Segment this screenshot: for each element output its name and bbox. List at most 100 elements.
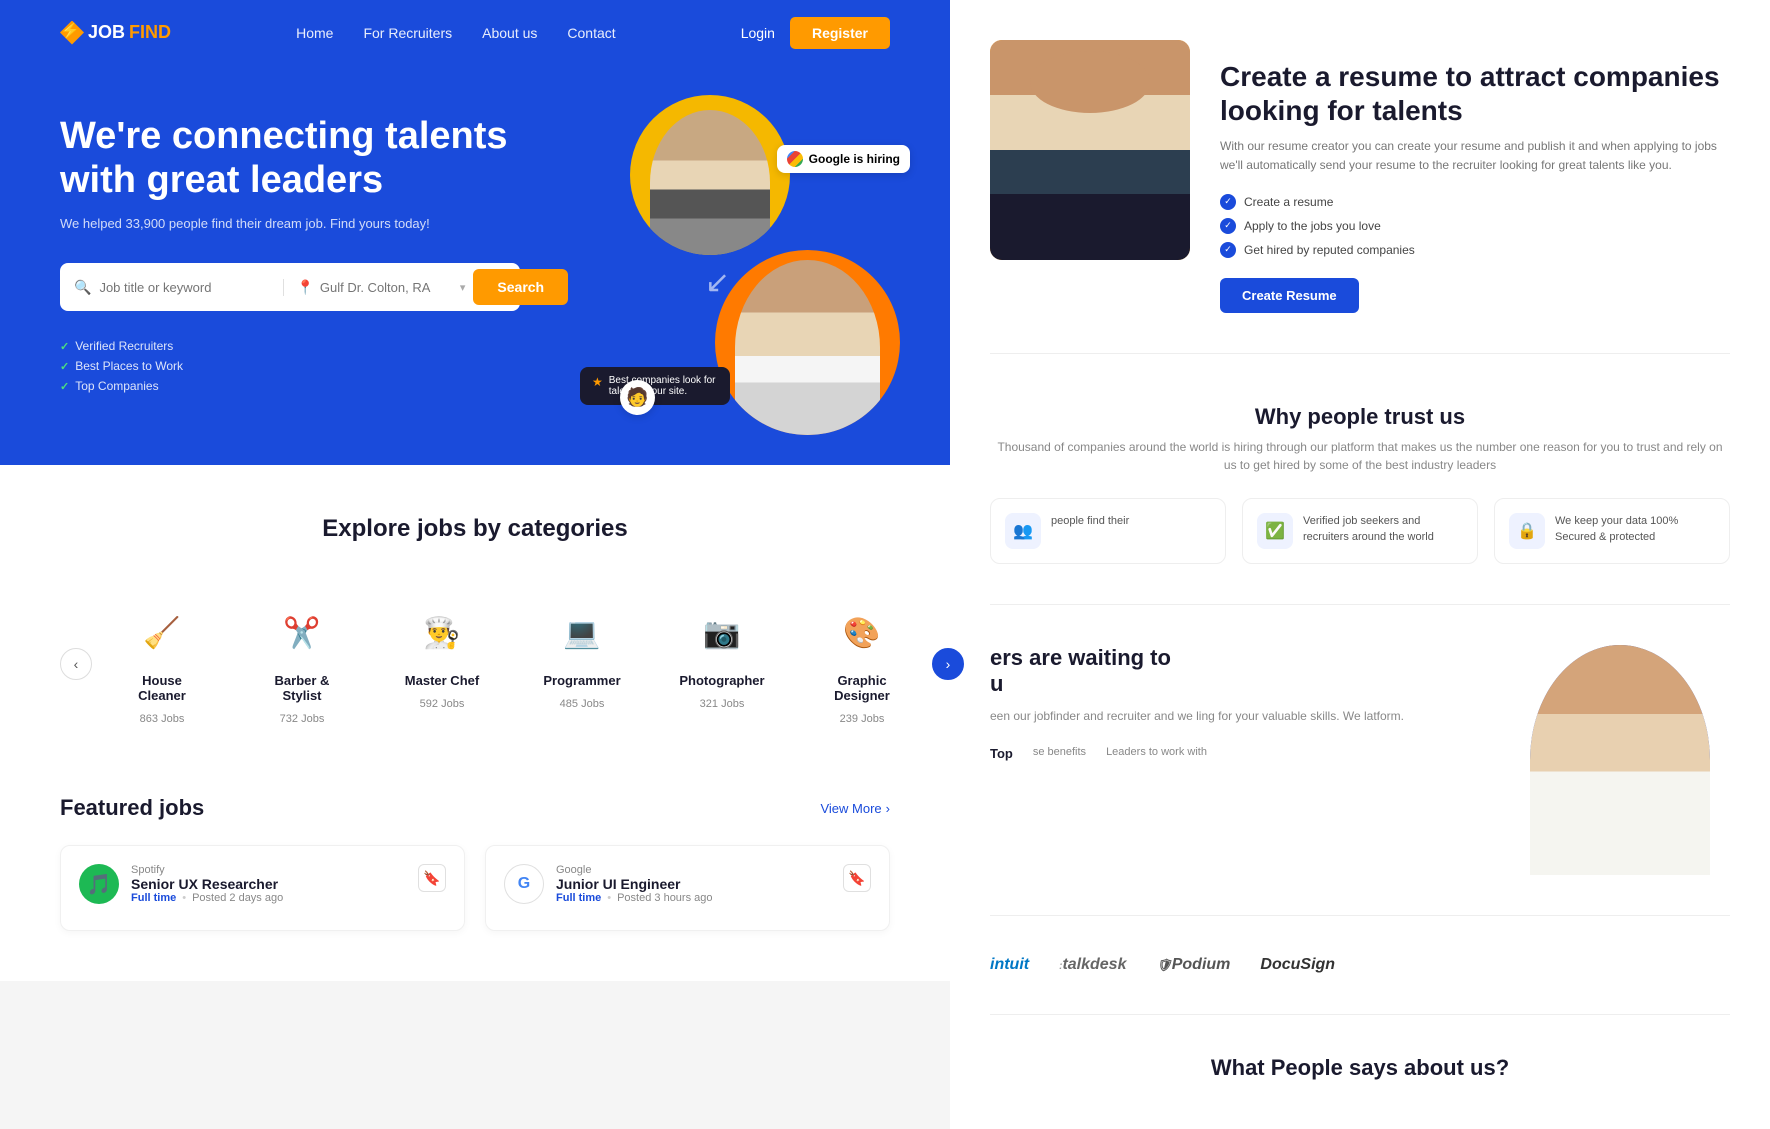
logo-job-text: JOB xyxy=(88,22,125,43)
location-input-group: 📍 ▾ xyxy=(283,279,465,296)
dot-separator-2: • xyxy=(607,892,611,904)
search-input[interactable] xyxy=(99,280,275,295)
nav-recruiters[interactable]: For Recruiters xyxy=(363,25,452,41)
category-graphic-designer[interactable]: 🎨 Graphic Designer 239 Jobs xyxy=(802,583,922,745)
star-icon: ★ xyxy=(592,375,603,389)
right-panel: Create a resume to attract companies loo… xyxy=(950,0,1770,1129)
stat-top-label: Top xyxy=(990,746,1013,761)
category-chef[interactable]: 👨‍🍳 Master Chef 592 Jobs xyxy=(382,583,502,745)
check-icon-1: ✓ xyxy=(1220,194,1236,210)
brands-section: intuit :talkdesk 🛡Podium DocuSign xyxy=(990,956,1730,1015)
nav-links: Home For Recruiters About us Contact xyxy=(296,25,616,41)
bookmark-button-google[interactable]: 🔖 xyxy=(843,864,871,892)
check-label-2: Apply to the jobs you love xyxy=(1244,219,1381,233)
job-meta-google: Full time • Posted 3 hours ago xyxy=(556,892,831,904)
job-card-header-spotify: 🎵 Spotify Senior UX Researcher Full time… xyxy=(79,864,446,904)
brand-podium: 🛡Podium xyxy=(1156,956,1230,974)
hero-title: We're connecting talents with great lead… xyxy=(60,115,520,202)
category-count-house-cleaner: 863 Jobs xyxy=(140,713,185,725)
employers-stats-row: Top se benefits Leaders to work with xyxy=(990,746,1500,761)
featured-jobs-title: Featured jobs xyxy=(60,795,204,821)
google-logo-icon xyxy=(787,151,803,167)
view-more-text: View More xyxy=(820,801,881,816)
category-house-cleaner[interactable]: 🧹 House Cleaner 863 Jobs xyxy=(102,583,222,745)
category-count-chef: 592 Jobs xyxy=(420,698,465,710)
nav-home[interactable]: Home xyxy=(296,25,333,41)
view-more-link[interactable]: View More › xyxy=(820,801,890,816)
job-type-google: Full time xyxy=(556,892,601,904)
trust-stats: 👥 people find their ✅ Verified job seeke… xyxy=(990,498,1730,564)
carousel-next-button[interactable]: › xyxy=(932,648,964,680)
resume-check-2: ✓ Apply to the jobs you love xyxy=(1220,218,1730,234)
location-icon: 📍 xyxy=(296,279,313,296)
hero-content: We're connecting talents with great lead… xyxy=(60,115,520,393)
trust-description: Thousand of companies around the world i… xyxy=(990,438,1730,474)
resume-checklist: ✓ Create a resume ✓ Apply to the jobs yo… xyxy=(1220,194,1730,258)
employers-title: ers are waiting to u xyxy=(990,645,1500,697)
search-icon: 🔍 xyxy=(74,279,91,296)
barber-icon: ✂️ xyxy=(272,603,332,663)
resume-check-1: ✓ Create a resume xyxy=(1220,194,1730,210)
register-button[interactable]: Register xyxy=(790,17,890,49)
photographer-icon: 📷 xyxy=(692,603,752,663)
testimonials-section: What People says about us? xyxy=(990,1055,1730,1081)
search-bar: 🔍 📍 ▾ Search xyxy=(60,263,520,311)
brand-talkdesk: :talkdesk xyxy=(1059,956,1126,974)
arrow-right-icon: › xyxy=(886,801,890,816)
stat-leaders-label: Leaders to work with xyxy=(1106,746,1207,758)
category-name-graphic-designer: Graphic Designer xyxy=(818,673,906,703)
logo-find-text: FIND xyxy=(129,22,171,43)
tag-top-companies: Top Companies xyxy=(60,379,520,393)
dot-separator: • xyxy=(182,892,186,904)
chevron-down-icon: ▾ xyxy=(460,281,466,294)
hero-tags: Verified Recruiters Best Places to Work … xyxy=(60,339,520,393)
nav-about[interactable]: About us xyxy=(482,25,537,41)
create-resume-button[interactable]: Create Resume xyxy=(1220,278,1359,313)
resume-text: Create a resume to attract companies loo… xyxy=(1220,40,1730,313)
graphic-designer-icon: 🎨 xyxy=(832,603,892,663)
google-logo-card: G xyxy=(504,864,544,904)
category-count-programmer: 485 Jobs xyxy=(560,698,605,710)
logo[interactable]: ⚡ JOB FIND xyxy=(60,21,171,45)
house-cleaner-icon: 🧹 xyxy=(132,603,192,663)
jobs-grid: 🎵 Spotify Senior UX Researcher Full time… xyxy=(60,845,890,931)
resume-section: Create a resume to attract companies loo… xyxy=(990,40,1730,354)
location-input[interactable] xyxy=(320,280,450,295)
resume-person-image xyxy=(990,40,1190,260)
testimonials-title: What People says about us? xyxy=(990,1055,1730,1081)
employers-content: ers are waiting to u een our jobfinder a… xyxy=(990,645,1500,761)
hero-images: Google is hiring ↙ ★ Best companies look… xyxy=(580,85,920,465)
bookmark-button-spotify[interactable]: 🔖 xyxy=(418,864,446,892)
category-name-photographer: Photographer xyxy=(679,673,764,688)
category-photographer[interactable]: 📷 Photographer 321 Jobs xyxy=(662,583,782,745)
trust-card-text-2: Verified job seekers and recruiters arou… xyxy=(1303,513,1463,546)
resume-title: Create a resume to attract companies loo… xyxy=(1220,60,1730,127)
logo-icon: ⚡ xyxy=(60,21,84,45)
programmer-icon: 💻 xyxy=(552,603,612,663)
employers-title-text: ers are waiting to xyxy=(990,645,1171,670)
categories-title: Explore jobs by categories xyxy=(60,515,890,543)
check-icon-2: ✓ xyxy=(1220,218,1236,234)
job-title-spotify: Senior UX Researcher xyxy=(131,876,406,892)
carousel-prev-button[interactable]: ‹ xyxy=(60,648,92,680)
stat-benefits-label: se benefits xyxy=(1033,746,1086,758)
resume-description: With our resume creator you can create y… xyxy=(1220,137,1730,175)
featured-header: Featured jobs View More › xyxy=(60,795,890,821)
job-card-spotify[interactable]: 🎵 Spotify Senior UX Researcher Full time… xyxy=(60,845,465,931)
check-icon-3: ✓ xyxy=(1220,242,1236,258)
employers-title-text-2: u xyxy=(990,671,1003,696)
job-card-google[interactable]: G Google Junior UI Engineer Full time • … xyxy=(485,845,890,931)
category-programmer[interactable]: 💻 Programmer 485 Jobs xyxy=(522,583,642,745)
arrow-curve: ↙ xyxy=(705,265,730,300)
trust-card-text-1: people find their xyxy=(1051,513,1129,530)
categories-section: Explore jobs by categories ‹ 🧹 House Cle… xyxy=(0,465,950,795)
search-button[interactable]: Search xyxy=(473,269,568,305)
nav-contact[interactable]: Contact xyxy=(567,25,615,41)
category-barber[interactable]: ✂️ Barber & Stylist 732 Jobs xyxy=(242,583,362,745)
job-company-spotify: Spotify xyxy=(131,864,406,876)
spotify-logo: 🎵 xyxy=(79,864,119,904)
employers-stat-leaders: Leaders to work with xyxy=(1106,746,1207,761)
hero-section: We're connecting talents with great lead… xyxy=(0,65,950,465)
login-button[interactable]: Login xyxy=(741,25,775,41)
category-name-programmer: Programmer xyxy=(543,673,620,688)
